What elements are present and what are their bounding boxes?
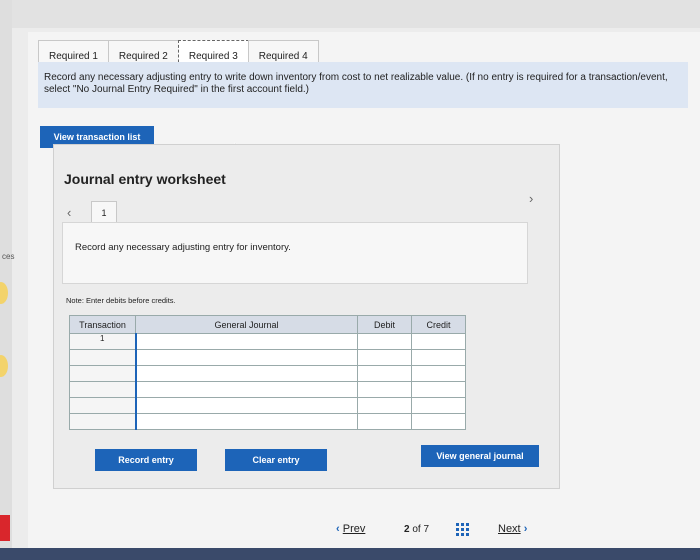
account-input[interactable] — [134, 413, 358, 430]
entry-description: Record any necessary adjusting entry for… — [62, 222, 528, 284]
account-input[interactable] — [134, 365, 358, 382]
transaction-cell — [69, 365, 136, 382]
pagination: ‹ Prev 2 of 7 Next › — [324, 516, 556, 542]
next-button[interactable]: Next › — [498, 523, 527, 535]
credit-input[interactable] — [411, 413, 466, 430]
column-header-credit: Credit — [411, 315, 466, 334]
debit-input[interactable] — [357, 365, 412, 382]
prev-label: Prev — [342, 523, 366, 535]
left-cut-text: ces — [2, 252, 15, 261]
entry-note: Note: Enter debits before credits. — [66, 296, 176, 305]
credit-input[interactable] — [411, 349, 466, 366]
view-general-journal-button[interactable]: View general journal — [421, 445, 539, 467]
worksheet-title: Journal entry worksheet — [64, 171, 226, 187]
prev-button[interactable]: ‹ Prev — [336, 523, 365, 535]
record-entry-button[interactable]: Record entry — [95, 449, 197, 471]
step-tab-1[interactable]: 1 — [91, 201, 117, 223]
transaction-cell: 1 — [69, 333, 136, 350]
left-decoration-2 — [0, 355, 8, 377]
transaction-cell — [69, 381, 136, 398]
debit-input[interactable] — [357, 381, 412, 398]
account-input[interactable] — [134, 381, 358, 398]
entry-description-text: Record any necessary adjusting entry for… — [75, 242, 291, 253]
table-row — [69, 381, 466, 398]
table-row — [69, 365, 466, 382]
table-row: 1 — [69, 333, 466, 350]
account-input[interactable] — [134, 349, 358, 366]
chevron-left-icon[interactable]: ‹ — [67, 205, 71, 220]
chevron-left-icon: ‹ — [336, 523, 340, 535]
debit-input[interactable] — [357, 413, 412, 430]
grid-icon[interactable] — [456, 523, 469, 536]
bottom-bar — [0, 548, 700, 560]
clear-entry-button[interactable]: Clear entry — [225, 449, 327, 471]
chevron-right-icon: › — [523, 523, 528, 535]
account-input[interactable] — [134, 397, 358, 414]
transaction-cell — [69, 413, 136, 430]
credit-input[interactable] — [411, 333, 466, 350]
page-of-label: of — [412, 523, 421, 535]
total-pages: 7 — [423, 523, 430, 535]
top-strip — [0, 0, 700, 28]
journal-entry-worksheet: Journal entry worksheet ‹ › 1 Record any… — [53, 144, 560, 489]
table-row — [69, 397, 466, 414]
transaction-cell — [69, 397, 136, 414]
credit-input[interactable] — [411, 365, 466, 382]
current-page: 2 — [404, 523, 410, 535]
credit-input[interactable] — [411, 397, 466, 414]
debit-input[interactable] — [357, 333, 412, 350]
account-input[interactable] — [134, 333, 358, 350]
journal-table: Transaction General Journal Debit Credit… — [69, 315, 466, 430]
column-header-transaction: Transaction — [69, 315, 136, 334]
debit-input[interactable] — [357, 349, 412, 366]
column-header-debit: Debit — [357, 315, 412, 334]
instructions-box: Record any necessary adjusting entry to … — [38, 62, 688, 108]
assignment-page: Required 1 Required 2 Required 3 Require… — [28, 32, 700, 550]
transaction-cell — [69, 349, 136, 366]
table-row — [69, 349, 466, 366]
table-row — [69, 413, 466, 430]
credit-input[interactable] — [411, 381, 466, 398]
column-header-general-journal: General Journal — [135, 315, 358, 334]
page-indicator: 2 of 7 — [404, 524, 429, 535]
left-decoration-1 — [0, 282, 8, 304]
left-edge-background: ces — [0, 0, 15, 560]
next-label: Next — [498, 523, 521, 535]
debit-input[interactable] — [357, 397, 412, 414]
left-decoration-red — [0, 515, 10, 541]
chevron-right-icon[interactable]: › — [529, 191, 533, 206]
